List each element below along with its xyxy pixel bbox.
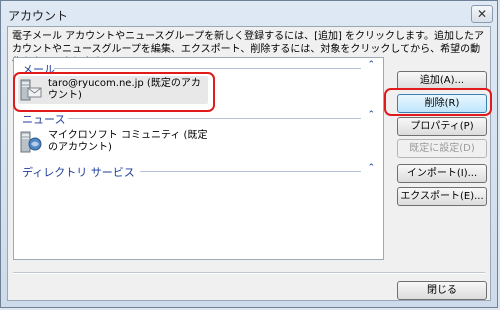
remove-button-highlight — [384, 88, 492, 116]
group-header-label: ニュース — [22, 113, 66, 126]
export-button[interactable]: エクスポート(E)... — [397, 187, 487, 206]
group-divider — [140, 171, 361, 172]
account-label: マイクロソフト コミュニティ (既定のアカウント) — [48, 130, 208, 153]
close-icon: ✕ — [476, 7, 488, 21]
set-default-button[interactable]: 既定に設定(D) — [397, 139, 487, 158]
footer-separator — [13, 272, 485, 274]
import-button[interactable]: インポート(I)... — [397, 164, 487, 183]
collapse-chevron-icon[interactable]: ⌃ — [367, 110, 375, 120]
properties-button[interactable]: プロパティ(P) — [397, 117, 487, 136]
group-divider — [68, 118, 361, 119]
group-header-label: ディレクトリ サービス — [22, 166, 135, 179]
account-item-news[interactable]: マイクロソフト コミュニティ (既定のアカウント) — [18, 128, 208, 156]
group-divider — [54, 68, 361, 69]
group-header-news[interactable]: ニュース ⌃ — [22, 110, 377, 126]
close-button[interactable]: 閉じる — [397, 281, 487, 300]
accounts-dialog: アカウント ✕ 電子メール アカウントやニュースグループを新しく登録するには、[… — [0, 0, 498, 308]
collapse-chevron-icon[interactable]: ⌃ — [367, 163, 375, 173]
selected-account-highlight — [13, 72, 215, 112]
title-bar: アカウント ✕ — [2, 2, 496, 26]
news-account-icon — [20, 131, 42, 153]
window-title: アカウント — [8, 9, 69, 23]
collapse-chevron-icon[interactable]: ⌃ — [367, 60, 375, 70]
group-header-directory[interactable]: ディレクトリ サービス ⌃ — [22, 163, 377, 179]
close-window-button[interactable]: ✕ — [471, 5, 493, 23]
dialog-body: 電子メール アカウントやニュースグループを新しく登録するには、[追加] をクリッ… — [7, 26, 491, 301]
